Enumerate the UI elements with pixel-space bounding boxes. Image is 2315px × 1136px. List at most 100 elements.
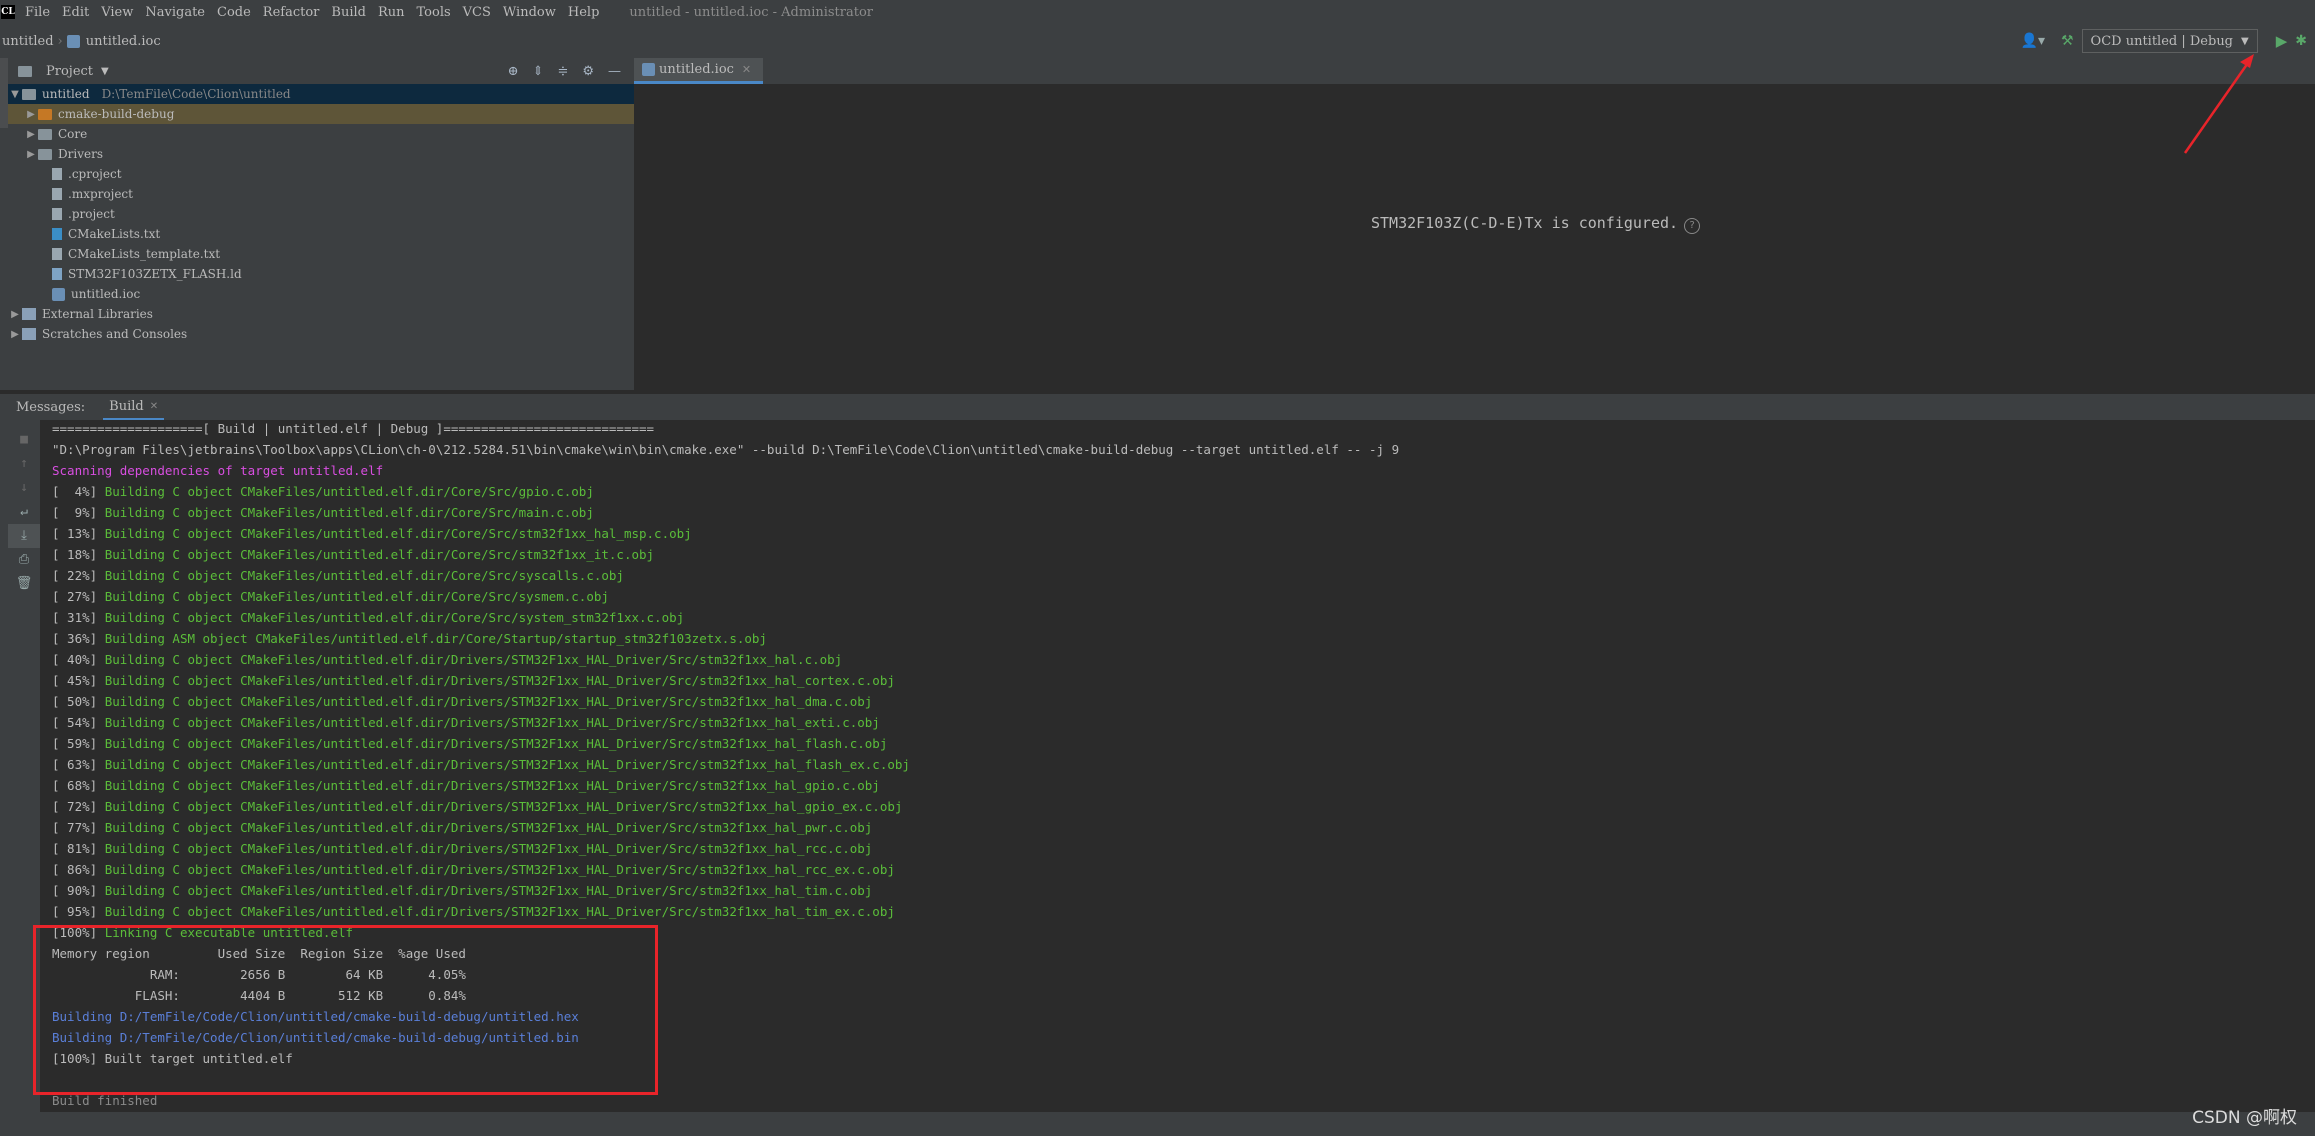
file-icon <box>52 208 62 220</box>
tree-item-core[interactable]: ▶ Core <box>8 124 634 144</box>
build-percent: [ 63%] <box>52 757 98 772</box>
app-logo: CL <box>1 5 15 19</box>
console-build-line: [ 54%] Building C object CMakeFiles/unti… <box>52 714 880 732</box>
chevron-right-icon[interactable]: ▶ <box>8 329 22 340</box>
build-percent: [ 18%] <box>52 547 98 562</box>
chevron-right-icon[interactable]: ▶ <box>24 109 38 120</box>
breadcrumb-project[interactable]: untitled <box>2 34 54 49</box>
console-build-line: [ 63%] Building C object CMakeFiles/unti… <box>52 756 910 774</box>
trash-icon[interactable]: 🗑 <box>8 572 40 596</box>
build-text: Building C object CMakeFiles/untitled.el… <box>104 715 880 730</box>
tree-item-label: STM32F103ZETX_FLASH.ld <box>68 267 242 281</box>
arrow-up-icon[interactable]: ↑ <box>8 452 40 476</box>
run-config-label: OCD untitled | Debug <box>2090 33 2234 49</box>
breadcrumb-file[interactable]: untitled.ioc <box>86 34 161 49</box>
build-percent: [ 77%] <box>52 820 98 835</box>
close-icon[interactable]: ✕ <box>742 63 751 76</box>
locate-icon[interactable]: ⊕ <box>508 64 519 79</box>
build-hammer-icon[interactable]: ⚒ <box>2061 33 2074 49</box>
menu-file[interactable]: File <box>25 5 50 20</box>
build-text: Building C object CMakeFiles/untitled.el… <box>104 673 895 688</box>
user-icon[interactable]: 👤▾ <box>2021 33 2045 49</box>
watermark-text: CSDN @啊权 <box>2192 1108 2297 1128</box>
build-text: Building C object CMakeFiles/untitled.el… <box>104 904 895 919</box>
chevron-right-icon[interactable]: ▶ <box>8 309 22 320</box>
menu-view[interactable]: View <box>101 5 133 20</box>
chevron-right-icon[interactable]: ▶ <box>24 129 38 140</box>
console-build-line: [ 68%] Building C object CMakeFiles/unti… <box>52 777 880 795</box>
build-text: Building C object CMakeFiles/untitled.el… <box>104 778 880 793</box>
console-build-line: [ 27%] Building C object CMakeFiles/unti… <box>52 588 609 606</box>
build-text: Building C object CMakeFiles/untitled.el… <box>104 694 873 709</box>
messages-label: Messages: <box>16 399 86 415</box>
expand-all-icon[interactable]: ⇕ <box>533 64 544 79</box>
build-percent: [ 90%] <box>52 883 98 898</box>
menu-help[interactable]: Help <box>568 5 600 20</box>
menu-refactor[interactable]: Refactor <box>263 5 320 20</box>
build-percent: [ 31%] <box>52 610 98 625</box>
ioc-file-icon <box>642 63 655 76</box>
tree-item-cmake-build-debug[interactable]: ▶ cmake-build-debug <box>8 104 634 124</box>
tab-build[interactable]: Build ✕ <box>103 394 165 420</box>
tree-item-cproject[interactable]: .cproject <box>8 164 634 184</box>
arrow-down-icon[interactable]: ↓ <box>8 476 40 500</box>
tree-external-libraries[interactable]: ▶ External Libraries <box>8 304 634 324</box>
tree-item-label: Drivers <box>58 147 103 161</box>
chevron-down-icon[interactable]: ▼ <box>101 66 109 77</box>
chevron-down-icon[interactable]: ▼ <box>8 89 22 100</box>
chevron-right-icon[interactable]: ▶ <box>24 149 38 160</box>
tree-item-label: untitled.ioc <box>71 287 141 301</box>
tree-root-untitled[interactable]: ▼ untitled D:\TemFile\Code\Clion\untitle… <box>8 84 634 104</box>
build-percent: [ 54%] <box>52 715 98 730</box>
tree-item-label: External Libraries <box>42 307 153 321</box>
annotation-arrow <box>2183 54 2254 154</box>
console-build-line: [ 40%] Building C object CMakeFiles/unti… <box>52 651 842 669</box>
tree-item-flash-ld[interactable]: STM32F103ZETX_FLASH.ld <box>8 264 634 284</box>
tree-item-project[interactable]: .project <box>8 204 634 224</box>
tree-item-mxproject[interactable]: .mxproject <box>8 184 634 204</box>
tree-item-cmakelists[interactable]: CMakeLists.txt <box>8 224 634 244</box>
console-build-line: [ 4%] Building C object CMakeFiles/untit… <box>52 483 594 501</box>
menu-navigate[interactable]: Navigate <box>145 5 205 20</box>
build-percent: [ 95%] <box>52 904 98 919</box>
menu-run[interactable]: Run <box>378 5 405 20</box>
configured-message: STM32F103Z(C-D-E)Tx is configured.? <box>1371 214 1701 234</box>
close-icon[interactable]: ✕ <box>150 401 158 412</box>
help-icon[interactable]: ? <box>1684 218 1701 234</box>
tree-scratches[interactable]: ▶ Scratches and Consoles <box>8 324 634 344</box>
menu-vcs[interactable]: VCS <box>463 5 491 20</box>
build-text: Building C object CMakeFiles/untitled.el… <box>104 610 685 625</box>
menu-window[interactable]: Window <box>503 5 556 20</box>
project-tool-tab[interactable] <box>0 58 8 128</box>
tree-item-cmakelists-template[interactable]: CMakeLists_template.txt <box>8 244 634 264</box>
collapse-all-icon[interactable]: ≑ <box>557 64 568 79</box>
build-percent: [ 4%] <box>52 484 98 499</box>
tree-item-label: cmake-build-debug <box>58 107 175 121</box>
scroll-to-end-icon[interactable]: ⤓ <box>8 524 40 548</box>
status-bar <box>0 1112 2315 1136</box>
toolbar-right: 👤▾ ⚒ OCD untitled | Debug ▼ ▶ ✱ <box>2013 24 2315 58</box>
build-percent: [ 13%] <box>52 526 98 541</box>
hide-icon[interactable]: — <box>608 64 621 79</box>
debug-bug-icon[interactable]: ✱ <box>2295 33 2307 49</box>
print-icon[interactable]: ⎙ <box>8 548 40 572</box>
tab-untitled-ioc[interactable]: untitled.ioc ✕ <box>634 58 764 84</box>
menu-tools[interactable]: Tools <box>417 5 451 20</box>
menu-build[interactable]: Build <box>331 5 366 20</box>
console-build-line: [ 9%] Building C object CMakeFiles/untit… <box>52 504 594 522</box>
run-icon[interactable]: ▶ <box>2276 32 2288 50</box>
menu-code[interactable]: Code <box>217 5 251 20</box>
tree-item-untitled-ioc[interactable]: untitled.ioc <box>8 284 634 304</box>
library-icon <box>22 308 36 320</box>
stop-icon[interactable]: ■ <box>8 428 40 452</box>
project-view-selector[interactable]: Project <box>46 64 93 79</box>
tree-item-label: Core <box>58 127 88 141</box>
build-text: Building C object CMakeFiles/untitled.el… <box>104 589 609 604</box>
gear-icon[interactable]: ⚙ <box>582 64 594 79</box>
tree-item-drivers[interactable]: ▶ Drivers <box>8 144 634 164</box>
annotation-highlight-box <box>33 925 658 1095</box>
menu-edit[interactable]: Edit <box>62 5 89 20</box>
build-text: Building C object CMakeFiles/untitled.el… <box>104 568 624 583</box>
tree-root-path: D:\TemFile\Code\Clion\untitled <box>101 87 291 101</box>
soft-wrap-icon[interactable]: ↵ <box>8 500 40 524</box>
